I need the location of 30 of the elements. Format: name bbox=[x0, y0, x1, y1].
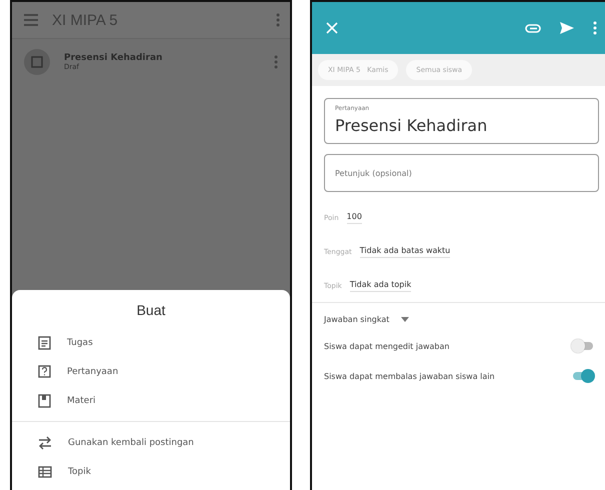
send-icon[interactable] bbox=[559, 21, 575, 35]
toggle-label: Siswa dapat membalas jawaban siswa lain bbox=[324, 372, 495, 380]
more-icon[interactable] bbox=[276, 13, 280, 27]
setting-value[interactable]: Tidak ada topik bbox=[350, 280, 412, 292]
toggle-label: Siswa dapat mengedit jawaban bbox=[324, 342, 450, 350]
create-option[interactable]: Tugas bbox=[12, 328, 290, 357]
bookmark-page-icon bbox=[38, 394, 51, 408]
dropdown-caret-icon bbox=[401, 317, 410, 322]
setting-value[interactable]: Tidak ada batas waktu bbox=[360, 246, 450, 258]
create-option[interactable]: Topik bbox=[12, 457, 290, 486]
question-mark-icon bbox=[38, 364, 51, 378]
menu-icon[interactable] bbox=[24, 14, 38, 26]
toggle-switch[interactable] bbox=[571, 369, 595, 383]
create-option[interactable]: Materi bbox=[12, 386, 290, 415]
toggle-switch[interactable] bbox=[571, 339, 595, 353]
answer-type-dropdown[interactable]: Jawaban singkat bbox=[324, 315, 410, 324]
clipboard-icon bbox=[38, 336, 51, 350]
post-title: Presensi Kehadiran bbox=[64, 53, 164, 63]
close-icon[interactable] bbox=[326, 22, 338, 34]
sheet-title: Buat bbox=[136, 301, 166, 320]
create-option[interactable]: Pertanyaan bbox=[12, 357, 290, 386]
paperclip-icon[interactable] bbox=[525, 24, 541, 32]
create-option[interactable]: Gunakan kembali postingan bbox=[12, 428, 290, 457]
setting-value[interactable]: 100 bbox=[346, 212, 362, 224]
more-icon[interactable] bbox=[593, 21, 597, 35]
instructions-field[interactable]: Petunjuk (opsional) bbox=[324, 154, 599, 192]
list-icon bbox=[38, 466, 52, 478]
more-icon[interactable] bbox=[274, 55, 278, 69]
repeat-arrows-icon bbox=[38, 436, 52, 450]
question-text: Presensi Kehadiran bbox=[335, 115, 488, 135]
